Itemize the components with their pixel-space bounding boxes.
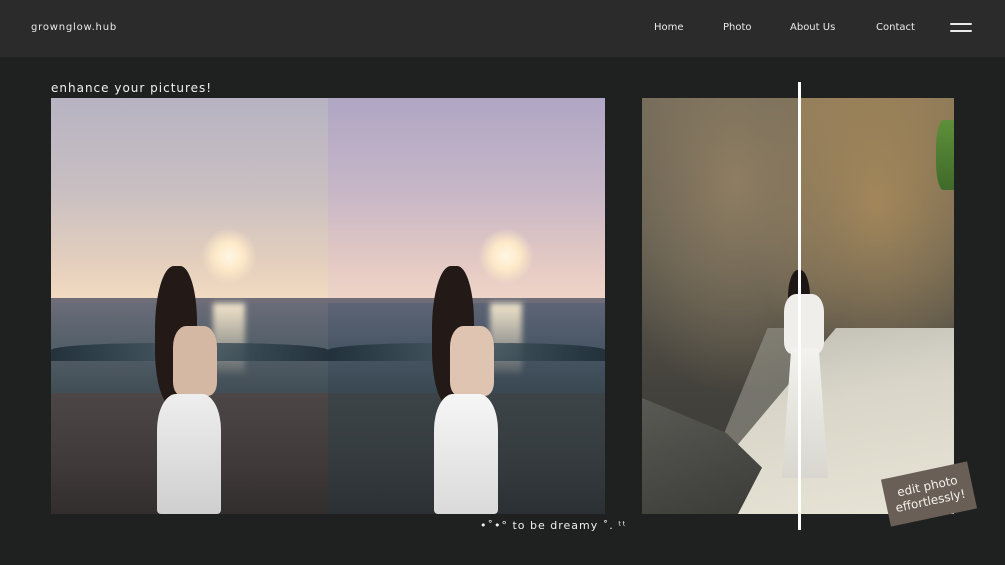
comparison-slider-handle[interactable]	[798, 82, 801, 530]
nav-contact[interactable]: Contact	[876, 22, 915, 33]
beach-photo-before	[51, 98, 328, 514]
beach-photo-after	[328, 98, 605, 514]
nav-about-us[interactable]: About Us	[790, 22, 835, 33]
dreamy-caption: •˚•° to be dreamy ˚. ᵗᵗ	[480, 519, 627, 532]
hamburger-menu-icon[interactable]	[950, 23, 972, 33]
brand-logo[interactable]: growngl​ow.hub	[31, 22, 117, 33]
page: growngl​ow.hub Home Photo About Us Conta…	[0, 0, 1005, 565]
nav-photo[interactable]: Photo	[723, 22, 752, 33]
site-header: growngl​ow.hub Home Photo About Us Conta…	[0, 0, 1005, 57]
tagline: enhance your pictures!	[51, 81, 213, 95]
nav-home[interactable]: Home	[654, 22, 684, 33]
